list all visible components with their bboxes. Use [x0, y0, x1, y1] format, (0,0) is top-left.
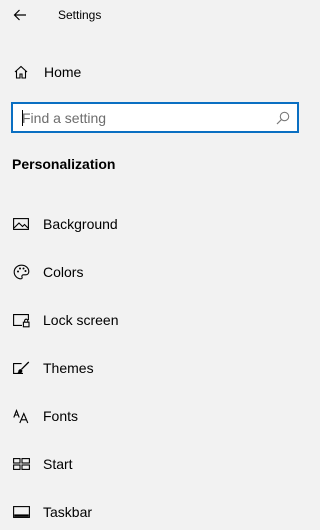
nav-item-label: Colors	[43, 264, 84, 280]
palette-icon	[12, 263, 30, 281]
nav-item-label: Start	[43, 456, 73, 472]
search-box[interactable]	[11, 102, 299, 133]
back-button[interactable]	[6, 4, 34, 26]
home-nav-item[interactable]: Home	[0, 52, 311, 92]
search-input[interactable]	[13, 104, 269, 131]
section-title: Personalization	[12, 156, 116, 172]
nav-item-label: Fonts	[43, 408, 79, 424]
start-layout-icon	[12, 455, 30, 473]
nav-item-lock-screen[interactable]: Lock screen	[0, 300, 311, 340]
title-bar: Settings	[0, 0, 311, 30]
app-title: Settings	[58, 8, 102, 22]
brush-icon	[12, 359, 30, 377]
text-caret	[22, 110, 23, 126]
nav-item-label: Background	[43, 216, 118, 232]
nav-item-start[interactable]: Start	[0, 444, 311, 484]
search-icon[interactable]	[275, 110, 291, 126]
font-icon	[12, 407, 30, 425]
lock-screen-icon	[12, 311, 30, 329]
nav-item-background[interactable]: Background	[0, 204, 311, 244]
home-label: Home	[44, 64, 82, 80]
taskbar-icon	[12, 503, 30, 521]
picture-icon	[12, 215, 30, 233]
nav-item-label: Lock screen	[43, 312, 119, 328]
back-arrow-icon	[13, 9, 27, 21]
nav-item-label: Themes	[43, 360, 94, 376]
nav-item-fonts[interactable]: Fonts	[0, 396, 311, 436]
nav-item-taskbar[interactable]: Taskbar	[0, 492, 311, 530]
home-icon	[12, 63, 30, 81]
nav-item-label: Taskbar	[43, 504, 93, 520]
nav-item-themes[interactable]: Themes	[0, 348, 311, 388]
settings-panel: Settings Home Personalization Backgrou	[0, 0, 311, 530]
nav-item-colors[interactable]: Colors	[0, 252, 311, 292]
